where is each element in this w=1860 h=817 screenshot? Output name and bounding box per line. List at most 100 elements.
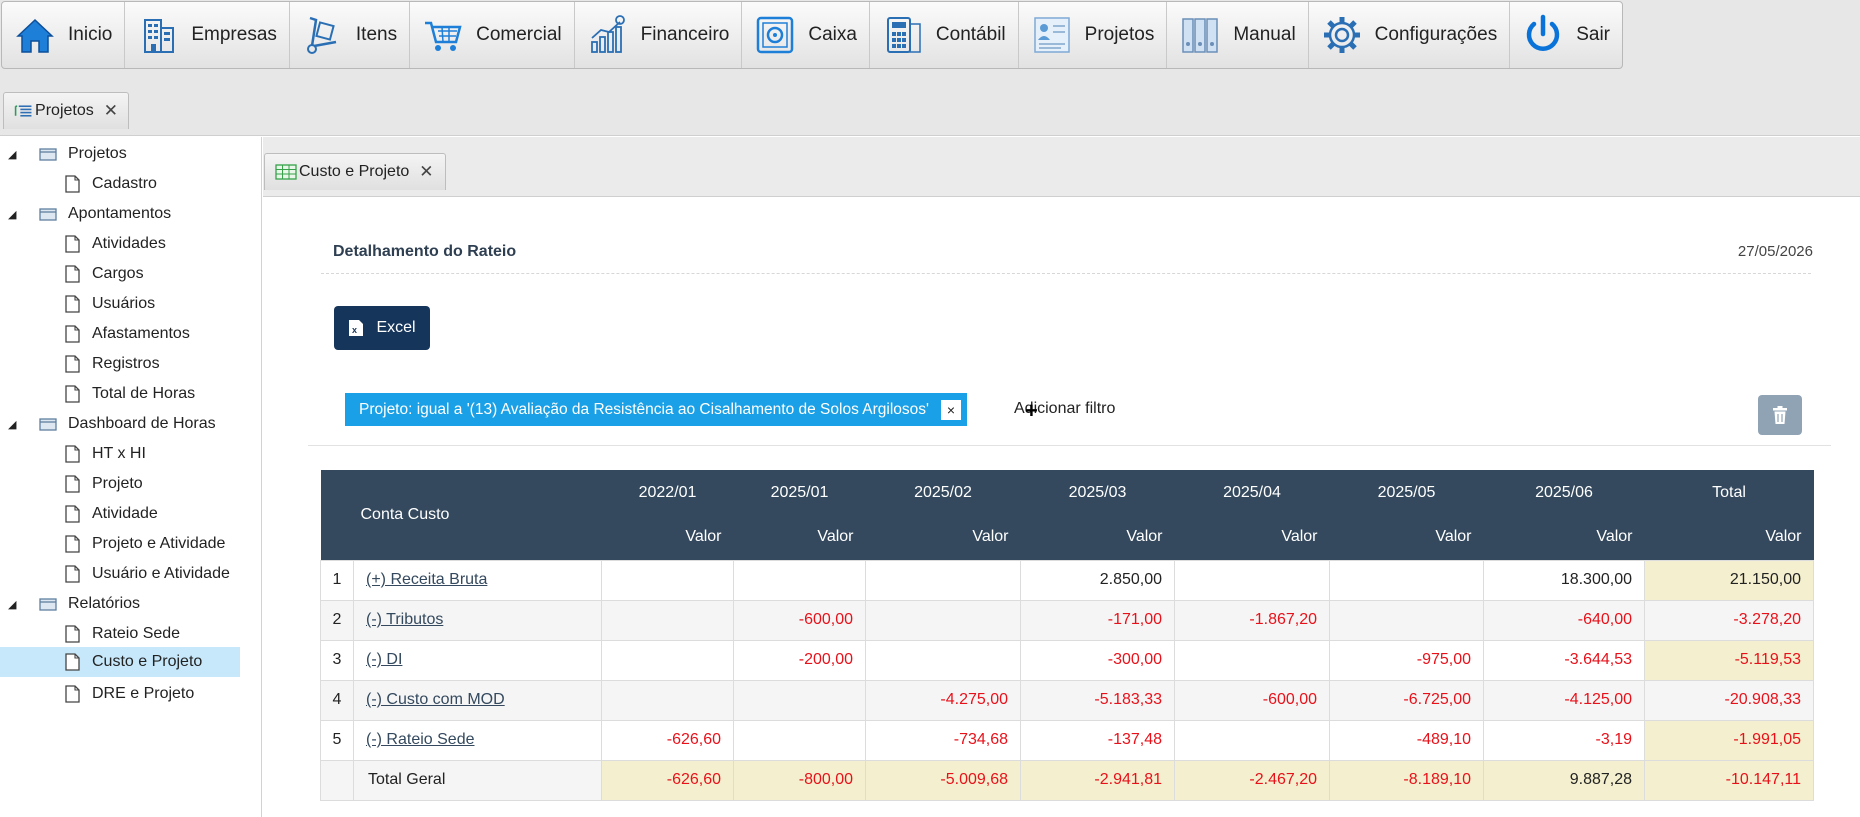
total-cell: -5.119,53 [1644, 639, 1814, 681]
column-header-period[interactable]: 2025/01 [733, 470, 866, 515]
tree-item-total-de-horas[interactable]: Total de Horas [62, 380, 195, 408]
gear-icon [1323, 17, 1360, 53]
tree-item-usuario-e-atividade[interactable]: Usuário e Atividade [62, 560, 230, 588]
total-cell: -1.991,05 [1644, 719, 1814, 761]
expand-icon[interactable]: ◢ [8, 208, 18, 221]
column-header-period[interactable]: 2025/04 [1174, 470, 1330, 515]
pivot-table: Conta Custo 2022/01 2025/01 2025/02 2025… [320, 470, 1814, 801]
column-header-period[interactable]: 2025/05 [1329, 470, 1484, 515]
expand-icon[interactable]: ◢ [8, 418, 18, 431]
tree-item-custo-e-projeto[interactable]: Custo e Projeto [0, 647, 240, 677]
clear-filters-button[interactable] [1758, 395, 1802, 435]
tree-item-registros[interactable]: Registros [62, 350, 160, 378]
tree-group-apontamentos[interactable]: ◢ Apontamentos [8, 200, 171, 228]
excel-label: Excel [376, 319, 416, 336]
value-cell [601, 599, 734, 641]
filter-chip[interactable]: Projeto: igual a '(13) Avaliação da Resi… [345, 393, 967, 426]
column-subheader-valor: Valor [865, 515, 1021, 560]
table-row: 2 (-) Tributos -600,00 -171,00 -1.867,20… [320, 599, 1814, 641]
tree-group-projetos[interactable]: ◢ Projetos [8, 140, 127, 168]
account-link[interactable]: (-) Rateio Sede [366, 731, 475, 748]
tree-group-label: Projetos [68, 145, 127, 162]
inner-tab-strip: Custo e Projeto ✕ [263, 137, 1860, 197]
trash-icon [1773, 406, 1787, 424]
column-subheader-valor: Valor [1020, 515, 1175, 560]
tree-item-projeto[interactable]: Projeto [62, 470, 143, 498]
document-icon [65, 445, 80, 463]
row-number [320, 759, 354, 801]
account-link[interactable]: (-) Tributos [366, 611, 443, 628]
menu-empresas[interactable]: Empresas [125, 2, 290, 68]
tree-item-label: HT x HI [92, 445, 146, 462]
close-tab-icon[interactable]: ✕ [419, 162, 433, 182]
menu-label: Manual [1233, 24, 1296, 45]
total-cell: -3.278,20 [1644, 599, 1814, 641]
tree-item-dre-e-projeto[interactable]: DRE e Projeto [62, 680, 194, 708]
table-row: 4 (-) Custo com MOD -4.275,00 -5.183,33 … [320, 679, 1814, 721]
menu-label: Caixa [808, 24, 857, 45]
column-header-period[interactable]: 2025/03 [1020, 470, 1175, 515]
home-icon [16, 18, 54, 53]
tab-projetos[interactable]: Projetos ✕ [3, 92, 129, 129]
value-cell: -300,00 [1020, 639, 1175, 681]
account-link[interactable]: (-) DI [366, 651, 402, 668]
document-icon [65, 325, 80, 343]
report-title: Detalhamento do Rateio [333, 243, 517, 260]
divider [308, 445, 1831, 446]
finance-chart-icon [590, 15, 625, 53]
value-cell: -626,60 [601, 719, 734, 761]
tree-item-cargos[interactable]: Cargos [62, 260, 144, 288]
column-header-account: Conta Custo [320, 470, 602, 560]
tree-item-label: Rateio Sede [92, 625, 181, 642]
tree-item-usuarios[interactable]: Usuários [62, 290, 155, 318]
menu-manual[interactable]: Manual [1167, 2, 1309, 68]
table-row: 1 (+) Receita Bruta 2.850,00 18.300,00 2… [320, 559, 1814, 601]
document-icon [65, 653, 80, 671]
folder-tree-icon [39, 148, 57, 161]
tree-item-atividade[interactable]: Atividade [62, 500, 158, 528]
total-value-cell: -2.941,81 [1020, 759, 1175, 801]
tree-item-rateio-sede[interactable]: Rateio Sede [62, 620, 180, 648]
tab-custo-e-projeto[interactable]: Custo e Projeto ✕ [264, 153, 446, 190]
tree-item-label: Projeto e Atividade [92, 535, 226, 552]
tree-item-afastamentos[interactable]: Afastamentos [62, 320, 190, 348]
expand-icon[interactable]: ◢ [8, 598, 18, 611]
menu-sair[interactable]: Sair [1510, 2, 1622, 68]
column-header-period[interactable]: 2025/06 [1483, 470, 1645, 515]
column-subheader-valor: Valor [1644, 515, 1814, 560]
value-cell [601, 639, 734, 681]
excel-export-button[interactable]: x Excel [334, 306, 430, 350]
column-header-total[interactable]: Total [1644, 470, 1814, 515]
close-tab-icon[interactable]: ✕ [104, 101, 118, 121]
menu-caixa[interactable]: Caixa [742, 2, 870, 68]
tree-item-label: Atividades [92, 235, 166, 252]
expand-icon[interactable]: ◢ [8, 148, 18, 161]
tree-group-dashboard-de-horas[interactable]: ◢ Dashboard de Horas [8, 410, 216, 438]
tree-item-cadastro[interactable]: Cadastro [62, 170, 157, 198]
tree-item-label: Afastamentos [92, 325, 190, 342]
tree-item-label: Cadastro [92, 175, 157, 192]
tree-item-label: Usuário e Atividade [92, 565, 230, 582]
column-header-period[interactable]: 2025/02 [865, 470, 1021, 515]
menu-label: Itens [355, 24, 398, 45]
menu-configuracoes[interactable]: Configurações [1309, 2, 1511, 68]
account-link[interactable]: (-) Custo com MOD [366, 691, 505, 708]
value-cell: -640,00 [1483, 599, 1645, 641]
menu-label: Comercial [476, 24, 562, 45]
tree-item-projeto-e-atividade[interactable]: Projeto e Atividade [62, 530, 225, 558]
tree-item-atividades[interactable]: Atividades [62, 230, 166, 258]
remove-filter-icon[interactable]: × [941, 399, 961, 420]
tree-group-relatorios[interactable]: ◢ Relatórios [8, 590, 140, 618]
column-header-period[interactable]: 2022/01 [601, 470, 734, 515]
menu-itens[interactable]: Itens [290, 2, 411, 68]
menu-contabil[interactable]: Contábil [870, 2, 1019, 68]
document-icon [65, 535, 80, 553]
menu-comercial[interactable]: Comercial [410, 2, 575, 68]
account-link[interactable]: (+) Receita Bruta [366, 571, 487, 588]
menu-inicio[interactable]: Inicio [2, 2, 126, 68]
menu-financeiro[interactable]: Financeiro [575, 2, 743, 68]
tree-item-ht-x-hi[interactable]: HT x HI [62, 440, 146, 468]
menu-projetos[interactable]: Projetos [1019, 2, 1168, 68]
account-cell: (-) Custo com MOD [353, 679, 602, 721]
hand-truck-icon [306, 16, 337, 54]
